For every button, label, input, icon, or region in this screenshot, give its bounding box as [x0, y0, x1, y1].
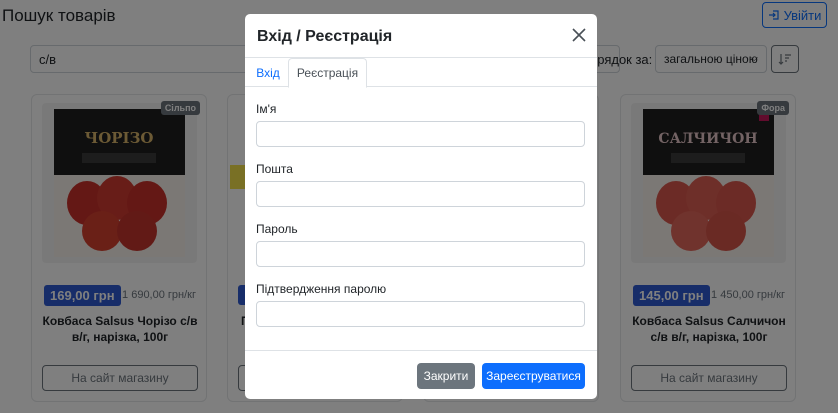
auth-modal: Вхід / Реєстрація Вхід Реєстрація Ім'я П… — [245, 14, 597, 399]
password-confirm-field[interactable] — [256, 301, 585, 327]
email-field[interactable] — [256, 181, 585, 207]
close-icon[interactable] — [571, 27, 587, 43]
modal-title: Вхід / Реєстрація — [257, 28, 393, 45]
email-label: Пошта — [256, 162, 293, 176]
modal-footer: Закрити Зареєструватися — [245, 350, 597, 399]
password-field[interactable] — [256, 241, 585, 267]
tab-login[interactable]: Вхід — [248, 58, 288, 87]
password-confirm-label: Підтвердження паролю — [256, 282, 387, 296]
name-field[interactable] — [256, 121, 585, 147]
register-button[interactable]: Зареєструватися — [482, 363, 585, 389]
tab-register[interactable]: Реєстрація — [288, 58, 367, 88]
password-label: Пароль — [256, 222, 298, 236]
modal-header: Вхід / Реєстрація — [245, 14, 597, 58]
auth-tabs: Вхід Реєстрація — [245, 58, 597, 88]
name-label: Ім'я — [256, 102, 277, 116]
close-button[interactable]: Закрити — [417, 363, 475, 389]
